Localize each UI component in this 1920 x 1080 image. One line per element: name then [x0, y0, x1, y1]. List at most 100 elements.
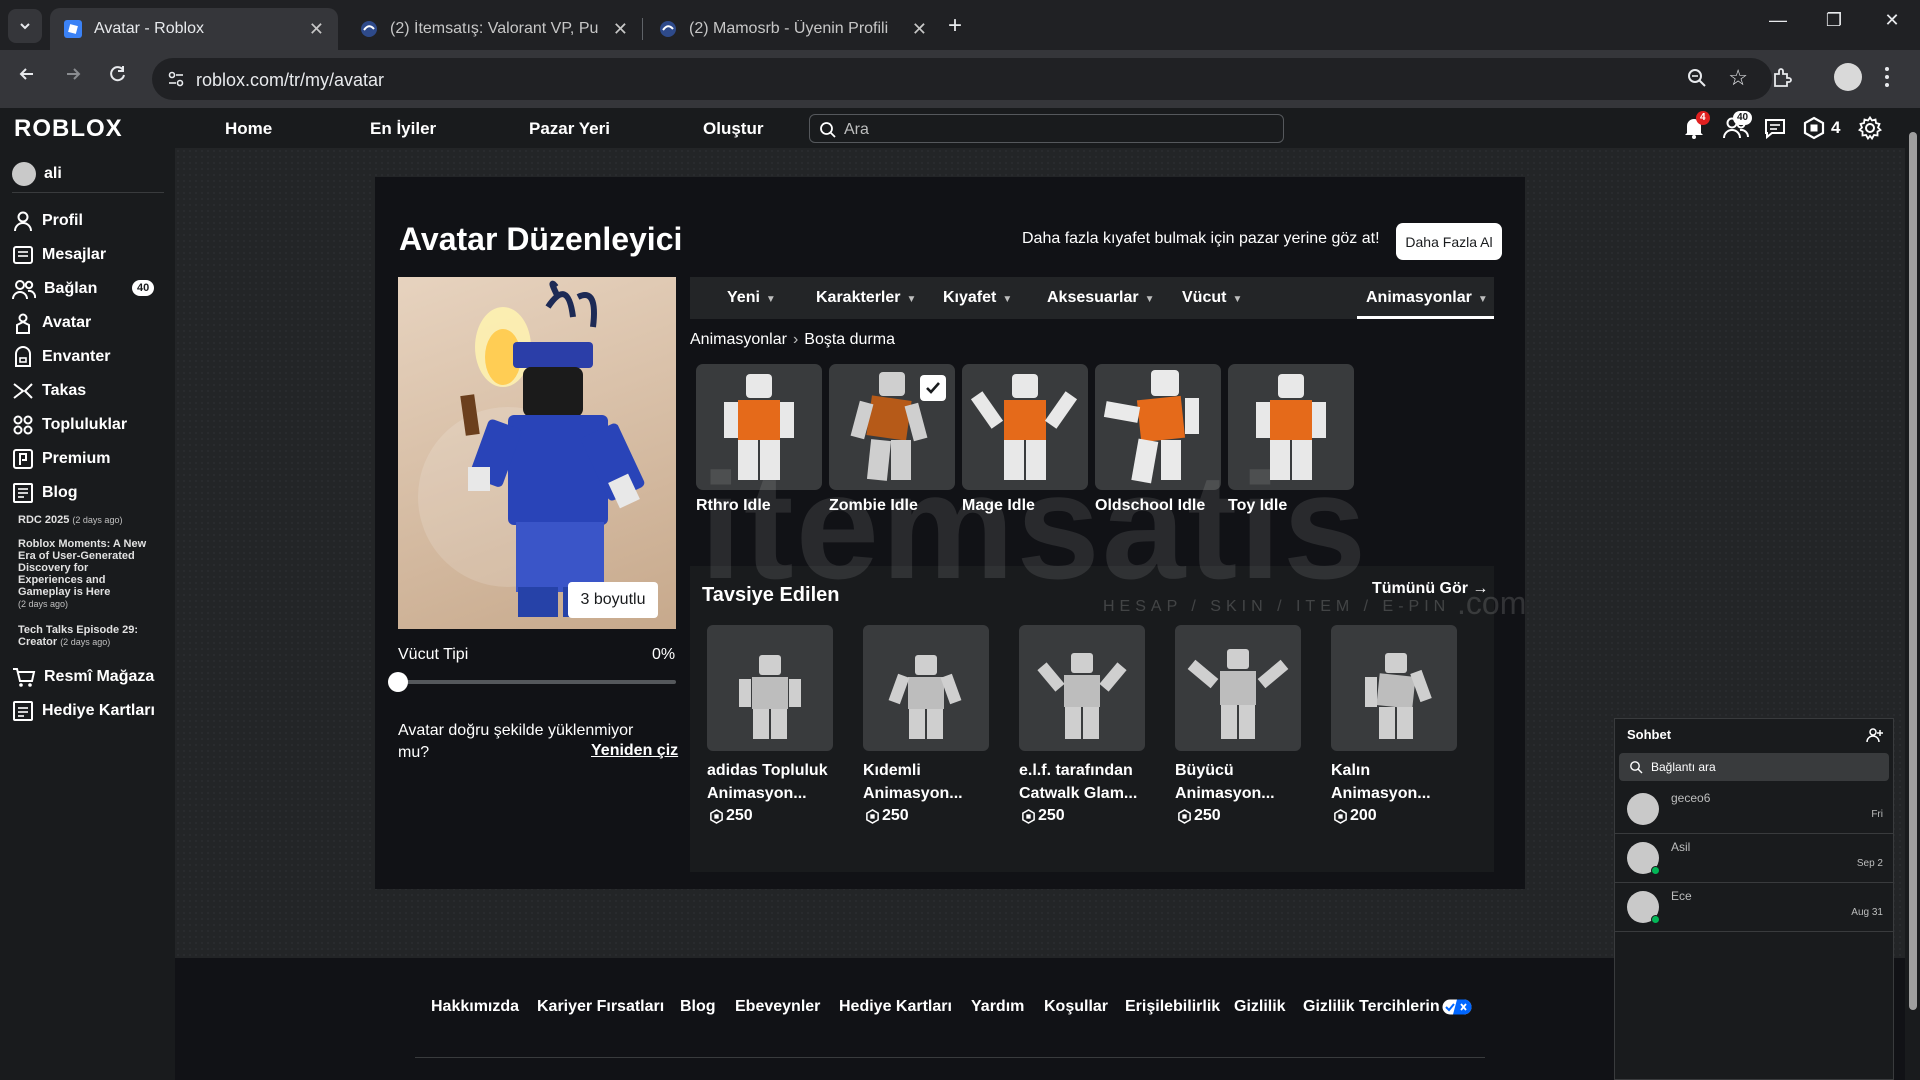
- nav-home[interactable]: Home: [225, 119, 272, 139]
- back-button[interactable]: [12, 64, 42, 90]
- tab-close-button[interactable]: ✕: [309, 19, 324, 40]
- roblox-logo[interactable]: ROBLOX: [14, 115, 123, 143]
- blog-entry[interactable]: Tech Talks Episode 29: Creator (2 days a…: [18, 624, 148, 648]
- sidebar-item-groups[interactable]: Topluluklar: [12, 414, 127, 436]
- sidebar-item-label: Envanter: [42, 348, 111, 365]
- site-settings-icon[interactable]: [166, 69, 186, 89]
- body-type-slider-track[interactable]: [398, 680, 676, 684]
- friends-badge: 40: [1733, 111, 1753, 125]
- chat-search-input[interactable]: Bağlantı ara: [1619, 753, 1889, 781]
- recommended-item-card[interactable]: [1019, 625, 1145, 751]
- tab-characters[interactable]: Karakterler ▼: [816, 289, 916, 307]
- chat-contact-row[interactable]: Ece Aug 31: [1615, 883, 1893, 932]
- contact-last-date: Sep 2: [1856, 858, 1883, 869]
- sidebar-item-blog[interactable]: Blog: [12, 482, 78, 504]
- footer-privacy-choices[interactable]: Gizlilik Tercihlerin: [1303, 998, 1472, 1016]
- robux-balance[interactable]: 4: [1831, 118, 1840, 138]
- new-group-chat-icon[interactable]: [1866, 727, 1884, 743]
- sidebar-item-friends[interactable]: Bağlan: [12, 278, 97, 300]
- forward-button[interactable]: [58, 64, 88, 90]
- sidebar-item-avatar[interactable]: Avatar: [12, 312, 91, 334]
- tab-clothing[interactable]: Kıyafet ▼: [943, 289, 1012, 307]
- groups-icon: [13, 415, 33, 435]
- footer-link[interactable]: Blog: [680, 998, 716, 1016]
- item-price: 250: [1021, 807, 1065, 825]
- profile-avatar[interactable]: [1834, 63, 1862, 91]
- blog-entry-date: (2 days ago): [72, 515, 123, 525]
- footer-link[interactable]: Kariyer Fırsatları: [537, 998, 664, 1016]
- chat-contact-row[interactable]: geceo6 Fri: [1615, 785, 1893, 834]
- recommended-item-card[interactable]: [863, 625, 989, 751]
- sidebar-item-profile[interactable]: Profil: [12, 210, 83, 232]
- tab-animations[interactable]: Animasyonlar ▼: [1366, 289, 1488, 307]
- tab-body[interactable]: Vücut ▼: [1182, 289, 1242, 307]
- new-tab-button[interactable]: +: [948, 12, 962, 40]
- recommended-item-card[interactable]: [1175, 625, 1301, 751]
- view-3d-button[interactable]: 3 boyutlu: [568, 582, 658, 618]
- chat-contact-row[interactable]: Asil Sep 2: [1615, 834, 1893, 883]
- blog-entry[interactable]: Roblox Moments: A New Era of User-Genera…: [18, 538, 148, 610]
- window-close-button[interactable]: ✕: [1872, 10, 1912, 31]
- tab-itemsatis[interactable]: (2) İtemsatış: Valorant VP, Pu ✕: [346, 8, 642, 50]
- recommended-item-name[interactable]: Kalın Animasyon...: [1331, 759, 1457, 805]
- chat-bubble-icon[interactable]: [1763, 116, 1787, 140]
- breadcrumb-item[interactable]: Animasyonlar: [690, 331, 787, 348]
- footer-link[interactable]: Hakkımızda: [431, 998, 519, 1016]
- recommended-item-card[interactable]: [1331, 625, 1457, 751]
- kebab-menu-icon[interactable]: [1884, 66, 1890, 88]
- sidebar-item-messages[interactable]: Mesajlar: [12, 244, 106, 266]
- zoom-icon[interactable]: [1686, 67, 1708, 89]
- restore-button[interactable]: ❐: [1814, 10, 1854, 31]
- footer-link[interactable]: Ebeveynler: [735, 998, 820, 1016]
- recommended-item-name[interactable]: Kıdemli Animasyon...: [863, 759, 989, 805]
- sidebar-item-official-store[interactable]: Resmî Mağaza: [12, 666, 154, 688]
- footer-link[interactable]: Erişilebilirlik: [1125, 998, 1220, 1016]
- blog-entry[interactable]: RDC 2025 (2 days ago): [18, 514, 148, 526]
- recommended-item-name[interactable]: e.l.f. tarafından Catwalk Glam...: [1019, 759, 1145, 805]
- chat-title[interactable]: Sohbet: [1627, 727, 1671, 742]
- footer-link[interactable]: Gizlilik: [1234, 998, 1286, 1016]
- scrollbar-thumb[interactable]: [1909, 132, 1917, 1010]
- url-text[interactable]: roblox.com/tr/my/avatar: [196, 70, 384, 91]
- robux-icon[interactable]: [1802, 116, 1826, 140]
- sidebar-item-gift-cards[interactable]: Hediye Kartları: [12, 700, 155, 722]
- footer-link[interactable]: Hediye Kartları: [839, 998, 952, 1016]
- extensions-icon[interactable]: [1770, 66, 1794, 90]
- tab-new[interactable]: Yeni ▼: [727, 289, 776, 307]
- giftcard-icon: [13, 701, 33, 721]
- nav-create[interactable]: Oluştur: [703, 119, 763, 139]
- settings-gear-icon[interactable]: [1858, 116, 1882, 140]
- recommended-item-name[interactable]: adidas Topluluk Animasyon...: [707, 759, 833, 805]
- redraw-link[interactable]: Yeniden çiz: [591, 742, 678, 760]
- robux-icon: [710, 808, 723, 824]
- omnibox[interactable]: roblox.com/tr/my/avatar ☆: [152, 58, 1772, 100]
- tab-close-button[interactable]: ✕: [912, 19, 927, 40]
- avatar-preview[interactable]: [398, 277, 676, 629]
- nav-marketplace[interactable]: Pazar Yeri: [529, 119, 610, 139]
- chevron-down-icon: ▼: [765, 294, 776, 305]
- bookmark-star-icon[interactable]: ☆: [1728, 65, 1748, 91]
- minimize-button[interactable]: —: [1758, 10, 1798, 31]
- watermark-domain: .com: [1457, 585, 1527, 621]
- reload-button[interactable]: [103, 64, 133, 90]
- buy-more-button[interactable]: Daha Fazla Al: [1396, 223, 1502, 260]
- tab-mamosrb[interactable]: (2) Mamosrb - Üyenin Profili ✕: [645, 8, 941, 50]
- tab-roblox[interactable]: Avatar - Roblox ✕: [50, 8, 338, 50]
- body-type-slider-knob[interactable]: [388, 672, 408, 692]
- tab-close-button[interactable]: ✕: [613, 19, 628, 40]
- footer-link[interactable]: Koşullar: [1044, 998, 1108, 1016]
- sidebar-item-trade[interactable]: Takas: [12, 380, 86, 402]
- footer-link[interactable]: Yardım: [971, 998, 1024, 1016]
- tab-search-button[interactable]: [8, 9, 42, 43]
- sidebar-item-inventory[interactable]: Envanter: [12, 346, 110, 368]
- roblox-search-input[interactable]: Ara: [809, 114, 1284, 143]
- tab-label: Yeni: [727, 289, 760, 306]
- chevron-right-icon: ›: [792, 331, 799, 348]
- recommended-item-card[interactable]: [707, 625, 833, 751]
- sidebar-item-premium[interactable]: Premium: [12, 448, 110, 470]
- recommended-item-name[interactable]: Büyücü Animasyon...: [1175, 759, 1301, 805]
- nav-charts[interactable]: En İyiler: [370, 119, 436, 139]
- divider: [12, 192, 164, 193]
- sidebar-user[interactable]: ali: [12, 162, 62, 186]
- tab-accessories[interactable]: Aksesuarlar ▼: [1047, 289, 1155, 307]
